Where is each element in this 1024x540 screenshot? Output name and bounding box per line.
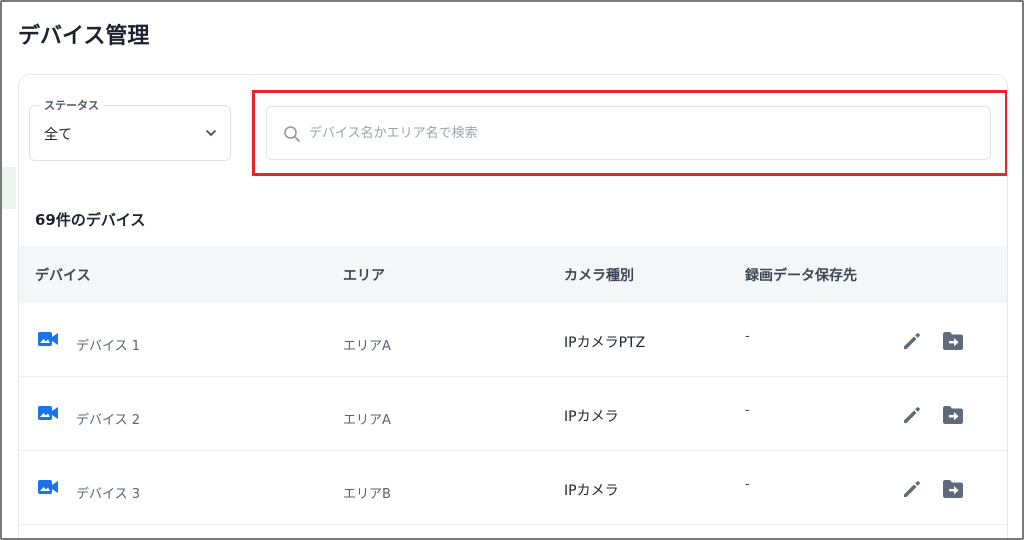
folder-move-icon[interactable] — [941, 330, 965, 352]
table-row[interactable]: デバイス 3 エリアB IPカメラ - — [19, 452, 1007, 525]
column-header-camera-type: カメラ種別 — [564, 268, 634, 284]
search-box[interactable] — [266, 106, 991, 160]
status-select-label: ステータス — [40, 97, 103, 113]
column-header-area: エリア — [343, 268, 385, 284]
pencil-icon[interactable] — [901, 330, 923, 352]
search-icon — [284, 126, 300, 142]
camera-type: IPカメラ — [564, 409, 619, 425]
pencil-icon[interactable] — [901, 478, 923, 500]
camera-type: IPカメラPTZ — [564, 335, 646, 351]
device-name: デバイス 2 — [76, 413, 141, 428]
side-decoration — [2, 167, 16, 209]
area-name: エリアB — [343, 487, 391, 502]
folder-move-icon[interactable] — [941, 478, 965, 500]
table-row[interactable]: デバイス 1 エリアA IPカメラPTZ - — [19, 304, 1007, 377]
device-name: デバイス 3 — [76, 487, 141, 502]
area-name: エリアA — [343, 413, 391, 428]
pencil-icon[interactable] — [901, 404, 923, 426]
chevron-down-icon — [206, 130, 216, 136]
videocam-icon — [38, 332, 58, 346]
recording-destination: - — [745, 403, 750, 418]
status-select[interactable]: ステータス 全て — [29, 97, 231, 161]
column-header-recording-destination: 録画データ保存先 — [745, 268, 857, 284]
status-select-value: 全て — [44, 127, 72, 143]
table-row[interactable]: デバイス 2 エリアA IPカメラ - — [19, 378, 1007, 451]
device-list-card: ステータス 全て 69件のデバイス デバイス エリア カメラ種別 録画データ保存… — [18, 74, 1008, 538]
app-window: デバイス管理 ステータス 全て 69件のデバイス デバイス エリア カメラ種別 — [0, 0, 1024, 540]
table-header: デバイス エリア カメラ種別 録画データ保存先 — [19, 246, 1007, 303]
videocam-icon — [38, 406, 58, 420]
area-name: エリアA — [343, 339, 391, 354]
videocam-icon — [38, 480, 58, 494]
column-header-device: デバイス — [35, 268, 91, 284]
folder-move-icon[interactable] — [941, 404, 965, 426]
recording-destination: - — [745, 329, 750, 344]
camera-type: IPカメラ — [564, 483, 619, 499]
result-count: 69件のデバイス — [35, 211, 146, 229]
page-title: デバイス管理 — [18, 24, 150, 49]
search-input[interactable] — [309, 119, 969, 147]
device-name: デバイス 1 — [76, 339, 141, 354]
recording-destination: - — [745, 477, 750, 492]
